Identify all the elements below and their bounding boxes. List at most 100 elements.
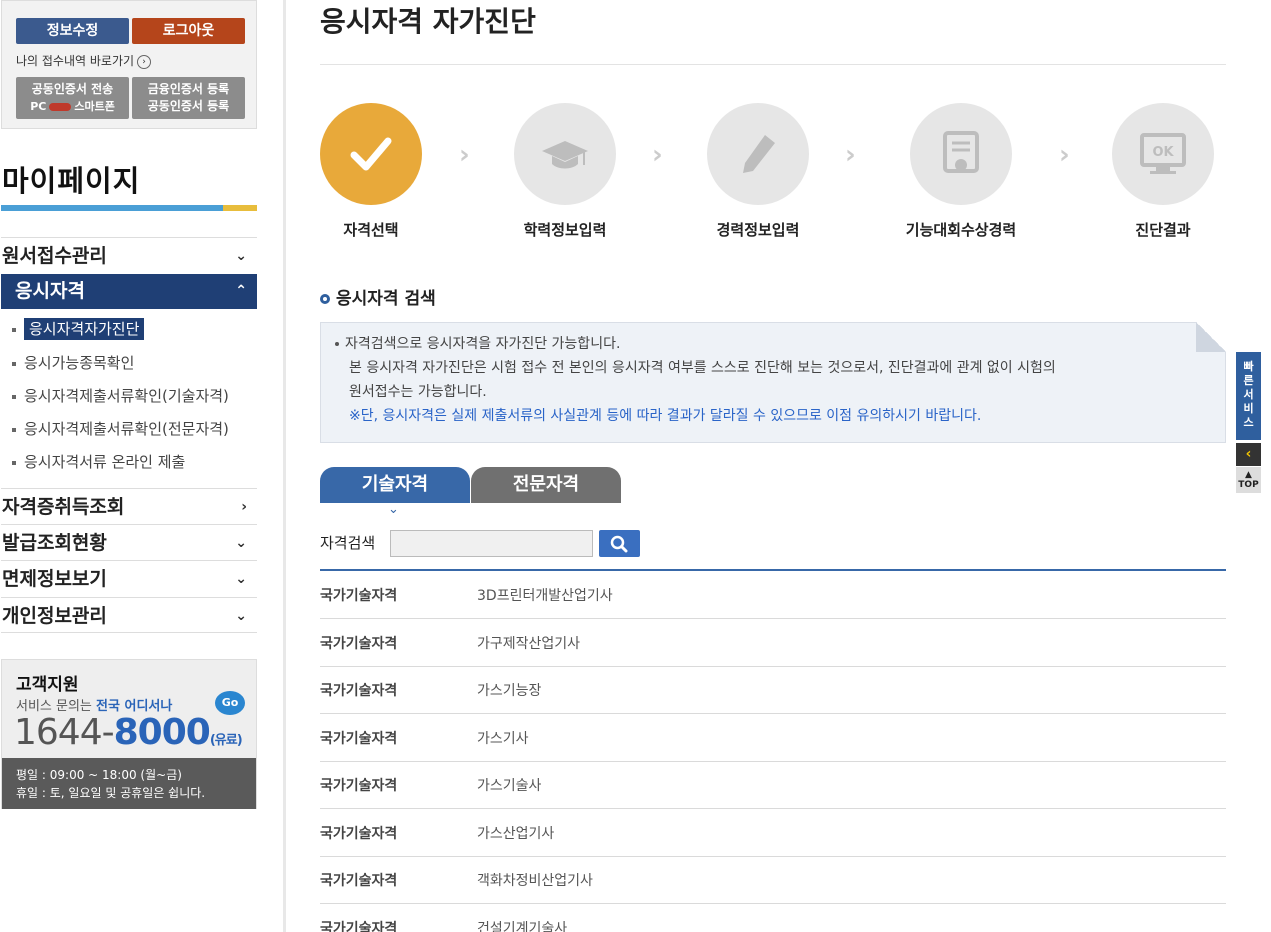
cert-transfer-phone: 스마트폰 — [74, 100, 115, 113]
step-label: 학력정보입력 — [523, 221, 607, 239]
chevron-down-icon: ⌄ — [235, 571, 247, 587]
section-title: 응시자격 검색 — [320, 284, 436, 309]
chevron-down-icon: ⌄ — [388, 502, 399, 517]
bullet-icon — [335, 342, 339, 346]
search-label: 자격검색 — [320, 534, 376, 552]
nav-license-inquiry[interactable]: 자격증취득조회 › — [1, 488, 257, 524]
row-name[interactable]: 건설기계기술사 — [477, 918, 567, 932]
step-career — [707, 103, 809, 205]
step-contest-award — [910, 103, 1012, 205]
chevron-up-icon: ⌃ — [235, 283, 247, 299]
table-row[interactable]: 국가기술자격 가스기술사 — [320, 761, 1226, 809]
top-label: TOP — [1238, 480, 1259, 490]
edit-info-button[interactable]: 정보수정 — [16, 18, 129, 44]
info-note: ※단, 응시자격은 실제 제출서류의 사실관계 등에 따라 결과가 달라질 수 … — [349, 408, 982, 424]
cert-transfer-label: 공동인증서 전송 — [31, 82, 114, 96]
nav-application-management[interactable]: 원서접수관리 ⌄ — [1, 237, 257, 273]
table-row[interactable]: 국가기술자격 객화차정비산업기사 — [320, 856, 1226, 904]
scroll-top-button[interactable]: ▲ TOP — [1236, 467, 1261, 493]
sub-item-label: 응시자격제출서류확인(전문자격) — [24, 420, 229, 438]
nav-exemption-info[interactable]: 면제정보보기 ⌄ — [1, 560, 257, 596]
table-row[interactable]: 국가기술자격 가스기사 — [320, 714, 1226, 762]
row-name[interactable]: 가스기능장 — [477, 680, 541, 700]
title-underline — [1, 205, 257, 211]
sub-item-docs-professional[interactable]: 응시자격제출서류확인(전문자격) — [12, 418, 229, 439]
table-row[interactable]: 국가기술자격 가스산업기사 — [320, 809, 1226, 857]
cert-transfer-button[interactable]: 공동인증서 전송 PC 스마트폰 — [16, 77, 129, 119]
ring-icon — [320, 294, 330, 304]
row-name[interactable]: 가스기술사 — [477, 775, 541, 795]
bullet-icon — [12, 460, 16, 465]
svg-text:OK: OK — [1152, 145, 1174, 160]
caret-up-icon: ▲ — [1245, 470, 1252, 480]
table-row[interactable]: 국가기술자격 3D프린터개발산업기사 — [320, 571, 1226, 619]
check-icon — [350, 137, 392, 171]
certificate-icon — [943, 131, 979, 173]
nav-label: 면제정보보기 — [2, 568, 107, 590]
row-name[interactable]: 3D프린터개발산업기사 — [477, 585, 613, 605]
chevron-down-icon: ⌄ — [235, 248, 247, 264]
row-category: 국가기술자격 — [320, 731, 398, 747]
cert-register-button[interactable]: 금융인증서 등록 공동인증서 등록 — [132, 77, 245, 119]
row-name[interactable]: 가스산업기사 — [477, 823, 554, 843]
support-hours: 평일 : 09:00 ~ 18:00 (월~금) 휴일 : 토, 일요일 및 공… — [2, 758, 256, 809]
step-education — [514, 103, 616, 205]
arrow-right-icon — [49, 103, 72, 111]
monitor-ok-icon: OK — [1140, 133, 1186, 174]
my-receipt-link[interactable]: 나의 접수내역 바로가기 › — [16, 52, 152, 69]
nav-personal-info[interactable]: 개인정보관리 ⌄ — [1, 597, 257, 633]
bullet-icon — [12, 327, 16, 332]
support-title: 고객지원 — [16, 675, 79, 695]
nav-issuance-status[interactable]: 발급조회현황 ⌄ — [1, 524, 257, 560]
search-button[interactable] — [599, 530, 640, 557]
step-select-qualification — [320, 103, 422, 205]
cert-register-line1: 금융인증서 등록 — [147, 82, 230, 96]
sub-item-eligible-items[interactable]: 응시가능종목확인 — [12, 352, 134, 373]
search-icon — [610, 535, 628, 553]
search-input[interactable] — [390, 530, 593, 557]
row-category: 국가기술자격 — [320, 826, 398, 842]
step-result: OK — [1112, 103, 1214, 205]
table-row[interactable]: 국가기술자격 건설기계기술사 — [320, 904, 1226, 932]
chevron-left-icon[interactable]: ‹ — [1236, 443, 1261, 466]
bullet-icon — [12, 361, 16, 366]
chevron-right-icon: › — [652, 140, 663, 170]
sub-item-self-diagnosis[interactable]: 응시자격자가진단 — [12, 318, 145, 340]
graduation-cap-icon — [542, 141, 588, 169]
row-category: 국가기술자격 — [320, 921, 398, 932]
row-category: 국가기술자격 — [320, 778, 398, 794]
step-label: 자격선택 — [343, 221, 399, 239]
page-fold-icon — [1196, 322, 1226, 352]
table-row[interactable]: 국가기술자격 가스기능장 — [320, 666, 1226, 714]
step-label: 진단결과 — [1135, 221, 1191, 239]
customer-support-box: 고객지원 서비스 문의는 전국 어디서나 Go 1644-8000(유료) 평일… — [1, 659, 257, 809]
info-line: 본 응시자격 자가진단은 시험 접수 전 본인의 응시자격 여부를 스스로 진단… — [349, 360, 1056, 376]
row-category: 국가기술자격 — [320, 636, 398, 652]
title-divider — [320, 64, 1226, 65]
quick-service-button[interactable]: 빠 른 서 비 스 — [1236, 352, 1261, 440]
row-name[interactable]: 객화차정비산업기사 — [477, 870, 593, 890]
row-name[interactable]: 가구제작산업기사 — [477, 633, 580, 653]
nav-label: 응시자격 — [15, 280, 85, 302]
info-line: 자격검색으로 응시자격을 자가진단 가능합니다. — [345, 336, 621, 352]
table-row[interactable]: 국가기술자격 가구제작산업기사 — [320, 619, 1226, 667]
tab-technical[interactable]: 기술자격 — [320, 467, 470, 503]
chevron-right-icon: › — [241, 499, 247, 515]
sub-item-label: 응시자격자가진단 — [24, 318, 145, 340]
page-title: 응시자격 자가진단 — [320, 5, 536, 38]
tab-professional[interactable]: 전문자격 — [471, 467, 621, 503]
sidebar-title: 마이페이지 — [2, 164, 141, 198]
row-name[interactable]: 가스기사 — [477, 728, 529, 748]
nav-qualification[interactable]: 응시자격 ⌃ — [1, 274, 257, 309]
nav-label: 원서접수관리 — [2, 245, 107, 267]
row-category: 국가기술자격 — [320, 873, 398, 889]
chevron-right-icon: › — [459, 140, 470, 170]
my-receipt-label: 나의 접수내역 바로가기 — [16, 54, 135, 68]
logout-button[interactable]: 로그아웃 — [132, 18, 245, 44]
sub-item-docs-technical[interactable]: 응시자격제출서류확인(기술자격) — [12, 385, 229, 406]
row-category: 국가기술자격 — [320, 683, 398, 699]
nav-label: 개인정보관리 — [2, 605, 107, 627]
nav-label: 발급조회현황 — [2, 532, 107, 554]
chevron-down-icon: ⌄ — [235, 535, 247, 551]
sub-item-online-submit[interactable]: 응시자격서류 온라인 제출 — [12, 451, 185, 472]
